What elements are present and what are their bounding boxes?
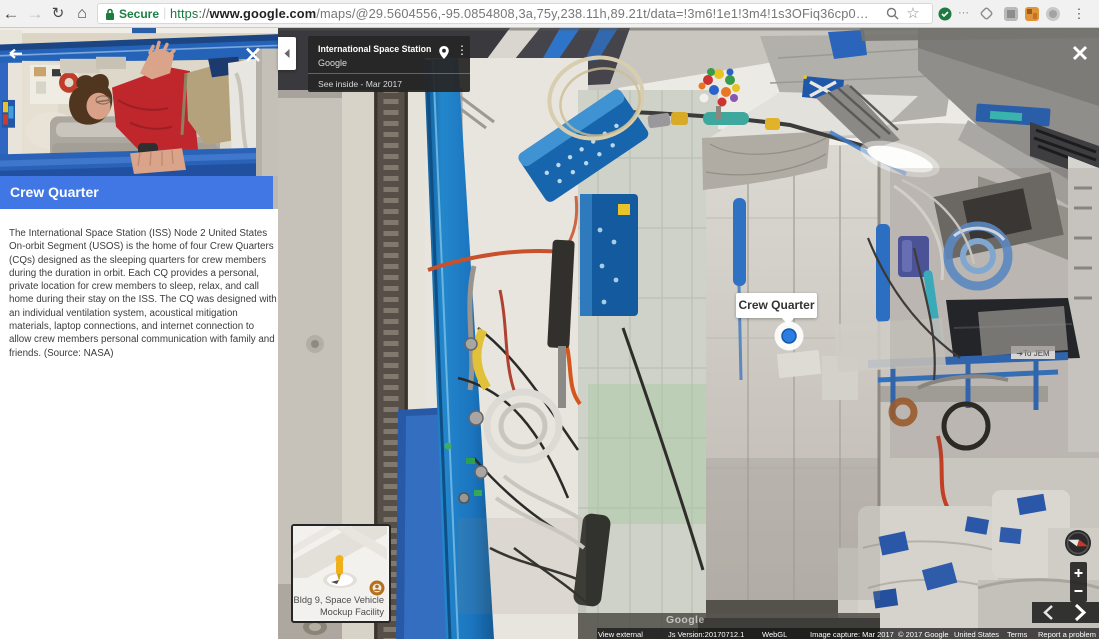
- svg-text:Bldg 9, Space Vehicle: Bldg 9, Space Vehicle: [294, 595, 384, 605]
- svg-text:Mockup Facility: Mockup Facility: [320, 607, 384, 617]
